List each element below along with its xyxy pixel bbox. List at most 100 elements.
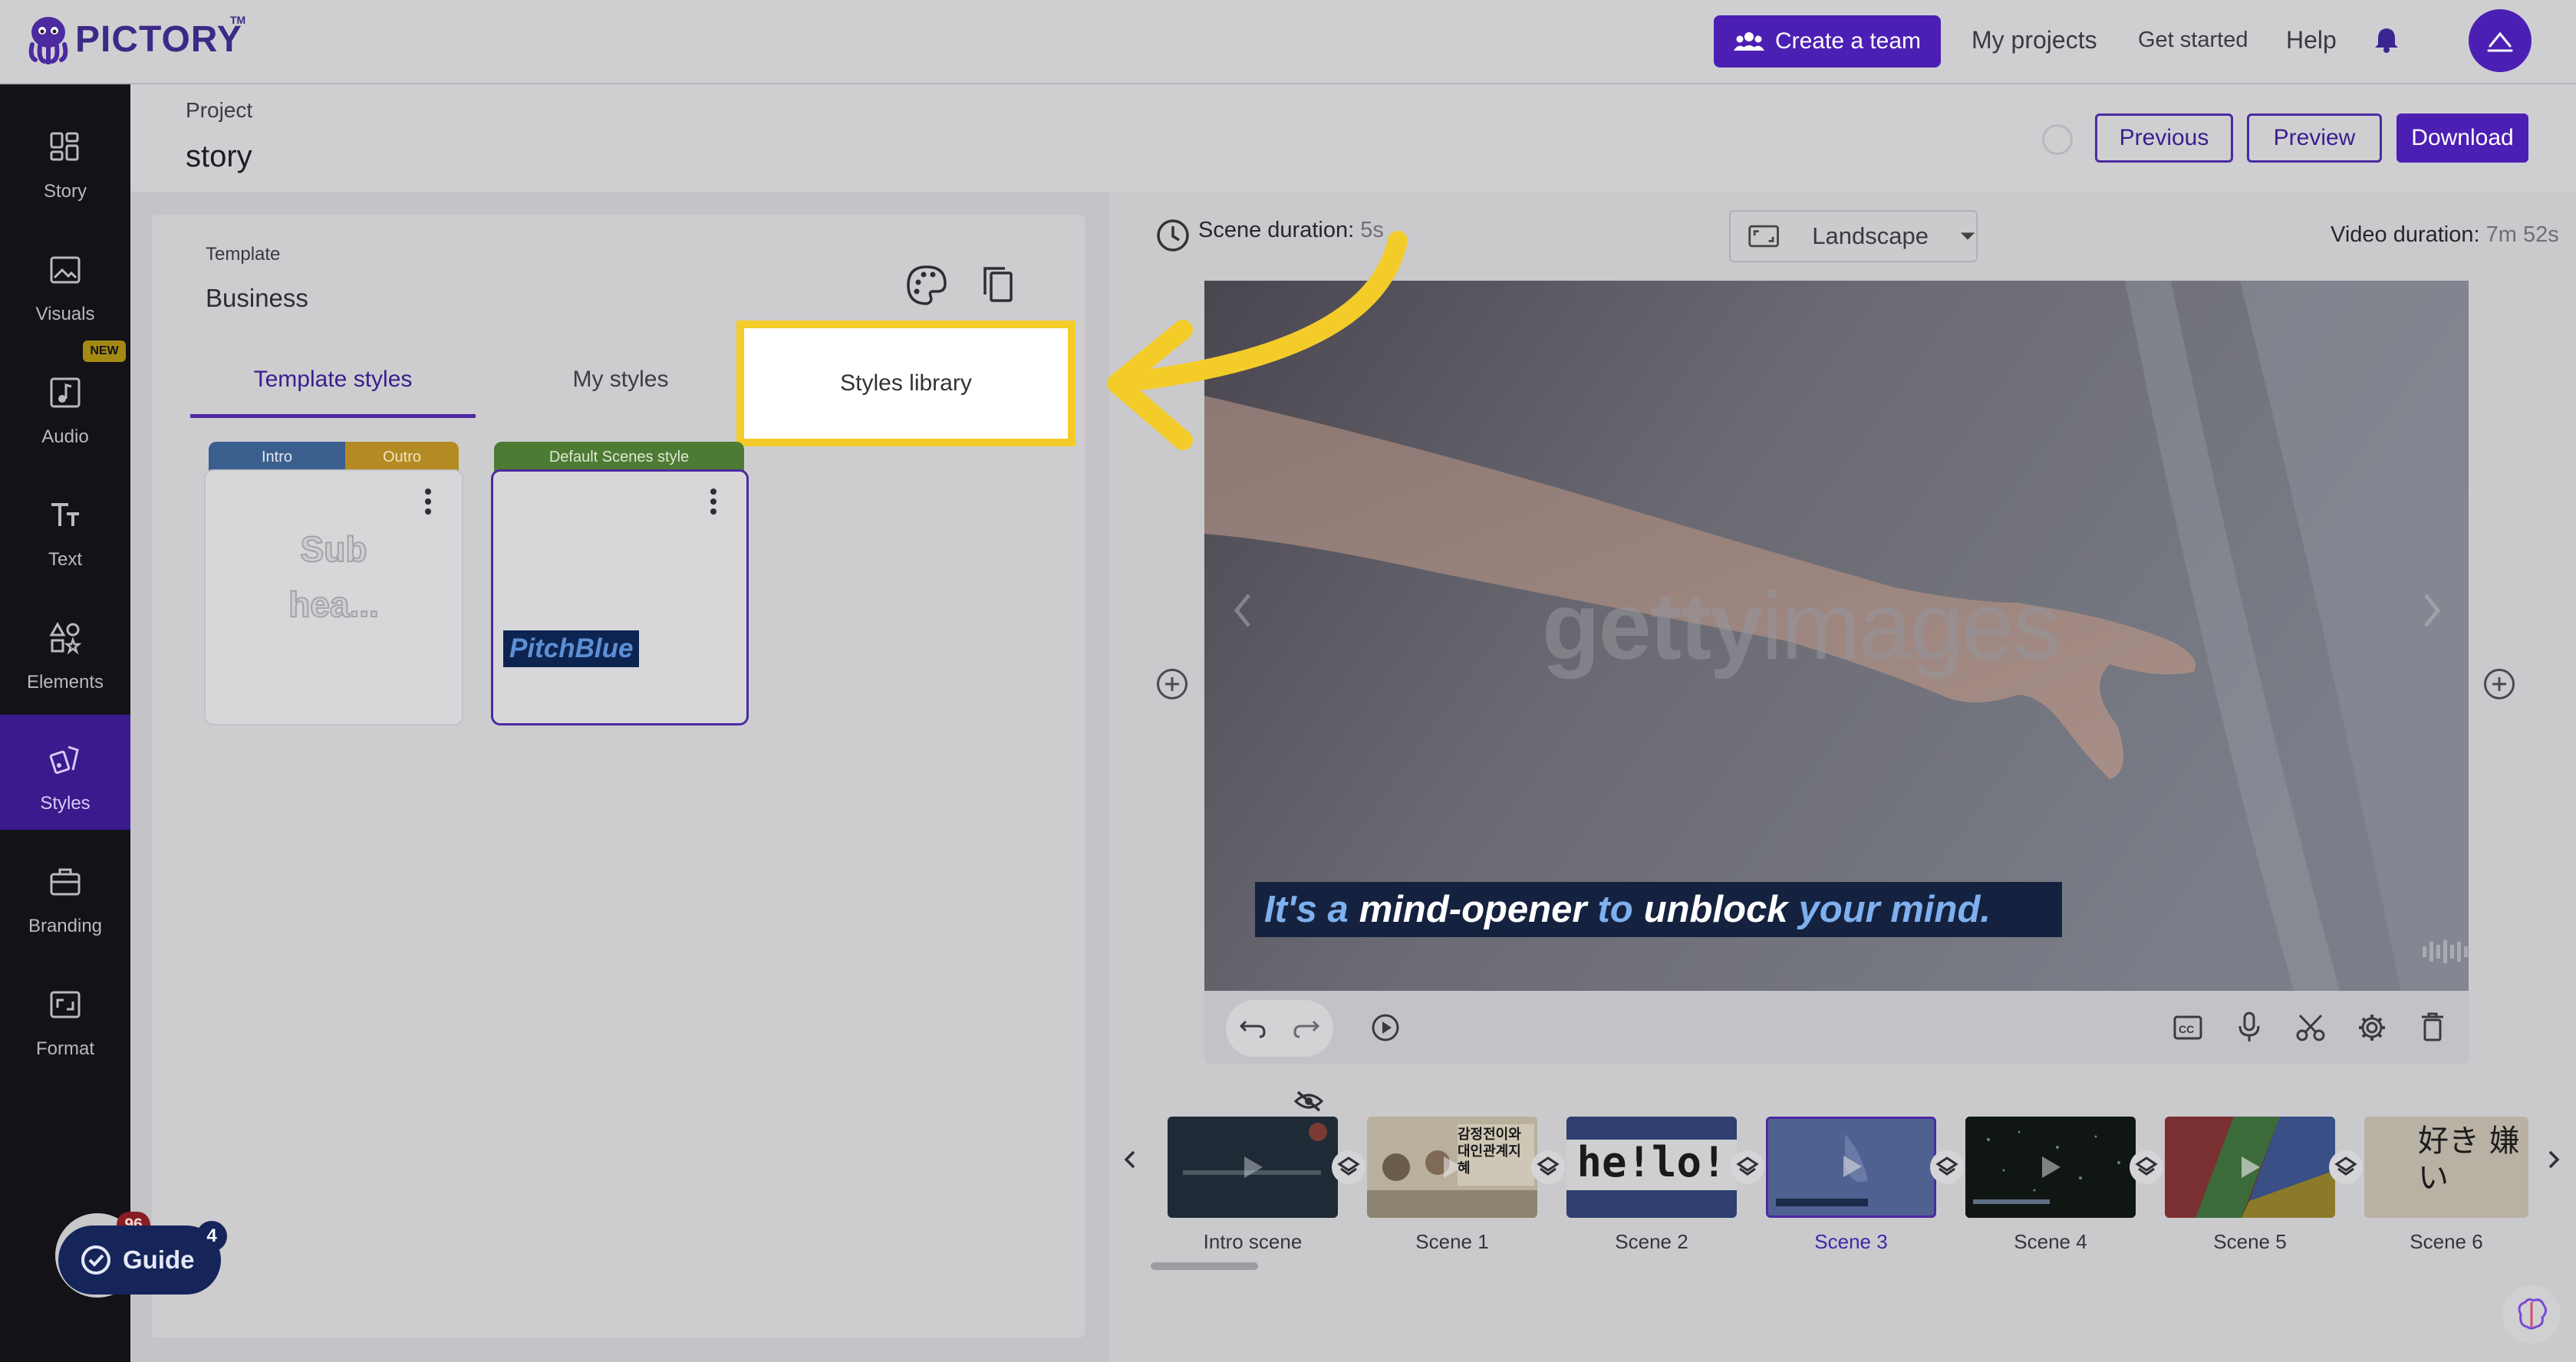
- add-scene-after-icon[interactable]: [2484, 669, 2515, 699]
- tab-my-styles[interactable]: My styles: [529, 367, 712, 393]
- scene-thumbnail-4[interactable]: [1965, 1117, 2136, 1218]
- previous-button[interactable]: Previous: [2095, 114, 2233, 163]
- new-badge: NEW: [83, 340, 126, 362]
- intro-tag: Intro: [209, 442, 345, 472]
- get-started-link[interactable]: Get started: [2138, 28, 2248, 53]
- help-link[interactable]: Help: [2286, 26, 2337, 54]
- undo-icon[interactable]: [1238, 1015, 1269, 1045]
- thumbnail-image: [1168, 1117, 1338, 1218]
- image-icon: [50, 256, 81, 284]
- prev-frame-chevron-icon[interactable]: [1227, 587, 1258, 637]
- default-scenes-tag: Default Scenes style: [494, 442, 744, 472]
- scene-thumbnail-5[interactable]: [2165, 1117, 2335, 1218]
- redo-icon[interactable]: [1290, 1015, 1321, 1045]
- delete-trash-icon[interactable]: [2420, 1011, 2446, 1047]
- microphone-icon[interactable]: [2237, 1011, 2261, 1047]
- sidebar-item-label: Elements: [26, 672, 104, 693]
- next-frame-chevron-icon[interactable]: [2416, 587, 2447, 637]
- hidden-eye-icon[interactable]: [1293, 1089, 1324, 1117]
- my-projects-link[interactable]: My projects: [1972, 26, 2097, 54]
- thumbnail-text: he!lo!: [1576, 1138, 1727, 1186]
- card-menu-icon[interactable]: [706, 488, 721, 515]
- scene-label: Intro scene: [1203, 1230, 1303, 1253]
- card-menu-icon[interactable]: [420, 488, 436, 515]
- music-note-icon: [50, 377, 81, 408]
- scene-thumbnail-3[interactable]: [1766, 1117, 1936, 1218]
- thumbnail-text: 감정전이와 대인관계지혜: [1458, 1127, 1521, 1176]
- project-name[interactable]: story: [186, 140, 252, 174]
- add-scene-before-icon[interactable]: [1157, 669, 1188, 699]
- layers-icon[interactable]: [2329, 1150, 2363, 1184]
- audio-waveform-icon: [2421, 939, 2469, 969]
- settings-gear-icon[interactable]: [2357, 1012, 2387, 1047]
- layers-icon[interactable]: [2130, 1150, 2163, 1184]
- preview-button[interactable]: Preview: [2247, 114, 2382, 163]
- tutorial-arrow-icon: [1097, 222, 1419, 464]
- tab-styles-library[interactable]: Styles library: [736, 321, 1076, 446]
- video-duration: Video duration: 7m 52s: [2331, 222, 2559, 248]
- assistant-widget[interactable]: [2502, 1285, 2561, 1344]
- layers-icon[interactable]: [1731, 1150, 1764, 1184]
- palette-icon[interactable]: [904, 262, 950, 308]
- active-tab-indicator: [190, 414, 476, 418]
- caption-word: mind-opener: [1359, 889, 1587, 930]
- check-circle-icon: [81, 1245, 110, 1275]
- scene-label: Scene 6: [2410, 1230, 2483, 1253]
- scene-thumbnail-2[interactable]: he!lo!: [1566, 1117, 1737, 1218]
- watermark-text: gettyimages: [1542, 572, 2060, 681]
- scene-label: Scene 1: [1415, 1230, 1489, 1253]
- briefcase-icon: [50, 868, 81, 896]
- sidebar-item-format[interactable]: Format: [0, 960, 130, 1075]
- orientation-select[interactable]: Landscape: [1729, 210, 1978, 262]
- scene-label: Scene 2: [1615, 1230, 1688, 1253]
- octopus-logo-icon[interactable]: [25, 14, 72, 65]
- sidebar-item-audio[interactable]: Audio: [0, 348, 130, 463]
- caption-word: to: [1597, 889, 1633, 930]
- closed-captions-icon[interactable]: CC: [2172, 1014, 2203, 1045]
- sidebar-item-story[interactable]: Story: [0, 103, 130, 218]
- subtitle-caption[interactable]: It's a mind-opener to unblock your mind.: [1255, 882, 2062, 937]
- thumbnail-image: [2165, 1117, 2335, 1218]
- scene-thumbnail-6[interactable]: 好き 嫌い: [2364, 1117, 2528, 1218]
- download-button[interactable]: Download: [2396, 114, 2528, 163]
- watermark-right: images: [1761, 574, 2060, 679]
- thumbnail-image: [1965, 1117, 2136, 1218]
- sidebar-item-styles[interactable]: Styles: [0, 715, 130, 830]
- layers-icon[interactable]: [1930, 1150, 1964, 1184]
- copy-style-icon[interactable]: [980, 264, 1016, 307]
- brand-logo-text[interactable]: PICTORY: [75, 18, 242, 61]
- sidebar-item-label: Styles: [40, 793, 91, 814]
- create-team-button[interactable]: Create a team: [1714, 15, 1941, 67]
- timeline-scroll-left-icon[interactable]: [1122, 1147, 1140, 1176]
- scene-thumbnail-intro[interactable]: [1168, 1117, 1338, 1218]
- style-card-preview-text: Sub hea...: [204, 521, 463, 632]
- orientation-value: Landscape: [1812, 222, 1929, 249]
- project-label: Project: [186, 98, 253, 122]
- user-avatar[interactable]: [2469, 9, 2532, 72]
- tab-template-styles[interactable]: Template styles: [190, 367, 476, 393]
- layers-icon[interactable]: [1332, 1150, 1365, 1184]
- template-name: Business: [206, 284, 308, 312]
- scene-thumbnail-1[interactable]: 감정전이와 대인관계지혜: [1367, 1117, 1537, 1218]
- play-scene-icon[interactable]: [1370, 1012, 1401, 1047]
- sidebar-item-label: Audio: [41, 426, 89, 447]
- sidebar-item-visuals[interactable]: Visuals: [0, 225, 130, 340]
- video-duration-label: Video duration:: [2331, 222, 2480, 247]
- style-card-preview-text: PitchBlue: [503, 630, 640, 667]
- layers-icon[interactable]: [1531, 1150, 1565, 1184]
- styles-library-label: Styles library: [840, 370, 972, 396]
- guide-label: Guide: [123, 1245, 195, 1274]
- sidebar-item-text[interactable]: Text: [0, 471, 130, 586]
- preview-line: Sub: [300, 528, 368, 570]
- timeline-scrollbar[interactable]: [1151, 1262, 1258, 1270]
- timeline-scroll-right-icon[interactable]: [2544, 1147, 2562, 1176]
- sidebar-item-branding[interactable]: Branding: [0, 837, 130, 952]
- sidebar-item-label: Branding: [28, 916, 103, 936]
- template-label: Template: [206, 244, 281, 265]
- team-icon: [1733, 32, 1764, 51]
- notification-bell-icon[interactable]: [2373, 26, 2400, 54]
- caption-word: It's a: [1264, 889, 1349, 930]
- brain-icon: [2518, 1298, 2548, 1330]
- sidebar-item-elements[interactable]: Elements: [0, 594, 130, 709]
- scissors-icon[interactable]: [2295, 1012, 2326, 1047]
